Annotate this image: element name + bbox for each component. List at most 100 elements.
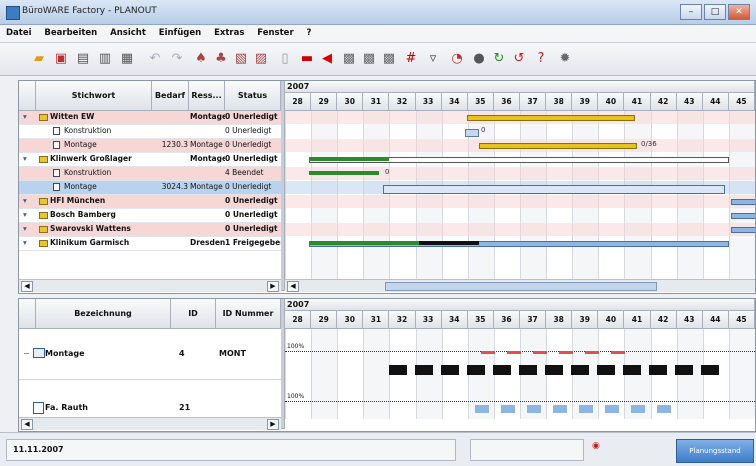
chart-edit-icon[interactable]: ▩ [360,50,378,68]
document-icon[interactable]: ▥ [96,50,114,68]
task-row[interactable]: ▾ Klinwerk Großlager Montage 0 Unerledigt [19,153,281,167]
collapse-icon[interactable]: − [23,349,30,358]
lower-left-scrollbar[interactable]: ◀ ▶ [19,417,281,430]
load-block[interactable] [519,365,537,375]
refresh-red-icon[interactable]: ↺ [510,50,528,68]
expand-toggle-icon[interactable]: ▾ [23,237,33,249]
load-block[interactable] [571,365,589,375]
load-block[interactable] [675,365,693,375]
upper-left-scrollbar[interactable]: ◀ ▶ [19,279,281,292]
overload-mark[interactable] [481,351,495,354]
task-row[interactable]: ▾ Klinikum Garmisch Dresden 1 Freigegeben [19,237,281,251]
scroll-left-icon[interactable]: ◀ [21,419,33,430]
scroll-right-icon[interactable]: ▶ [267,419,279,430]
load-block[interactable] [649,365,667,375]
col-header-bedarf[interactable]: Bedarf [152,81,189,111]
menu-help[interactable]: ? [301,25,316,38]
task-row[interactable]: ▾ Swarovski Wattens 0 Unerledigt [19,223,281,237]
chart-icon[interactable]: ▩ [340,50,358,68]
task-row[interactable]: Montage 1230.3 Montage 0 Unerledigt [19,139,281,153]
menu-datei[interactable]: Datei [0,25,36,38]
load-block[interactable] [579,405,593,413]
red-arrow-icon[interactable]: ◀ [318,50,336,68]
load-block[interactable] [657,405,671,413]
upper-gantt-scrollbar[interactable]: ◀ [285,279,755,292]
funnel-icon[interactable]: ▿ [424,50,442,68]
redo-icon[interactable]: ↷ [168,50,186,68]
print-preview-icon[interactable]: ▤ [74,50,92,68]
task-row[interactable]: ▾ HFI München 0 Unerledigt [19,195,281,209]
filter-table-icon[interactable]: ▨ [252,50,270,68]
scroll-right-icon[interactable]: ▶ [267,281,279,292]
menu-ansicht[interactable]: Ansicht [104,25,150,38]
expand-toggle-icon[interactable]: ▾ [23,195,33,207]
load-block[interactable] [527,405,541,413]
expand-toggle-icon[interactable]: ▾ [23,153,33,165]
menu-fenster[interactable]: Fenster [251,25,297,38]
gantt-scroll-left-icon[interactable]: ◀ [287,281,299,292]
menu-einfuegen[interactable]: Einfügen [153,25,205,38]
grid-icon[interactable]: # [402,50,420,68]
col-header-stichwort[interactable]: Stichwort [36,81,152,111]
progress-bar[interactable] [419,241,479,245]
settings-icon[interactable]: ✹ [556,50,574,68]
minus-icon[interactable]: ▬ [298,50,316,68]
expand-toggle-icon[interactable]: ▾ [23,223,33,235]
load-block[interactable] [553,405,567,413]
load-block[interactable] [631,405,645,413]
expand-toggle-icon[interactable]: ▾ [23,209,33,221]
table-icon[interactable]: ▧ [232,50,250,68]
col-header-id-nummer[interactable]: ID Nummer [216,299,281,329]
col-header-bezeichnung[interactable]: Bezeichnung [36,299,171,329]
menu-extras[interactable]: Extras [208,25,248,38]
load-block[interactable] [475,405,489,413]
col-header-ressource[interactable]: Ress... [189,81,225,111]
load-block[interactable] [415,365,433,375]
resource-row[interactable]: − Montage 4 MONT [19,329,281,380]
refresh-green-icon[interactable]: ↻ [490,50,508,68]
expand-toggle-icon[interactable]: ▾ [23,111,33,123]
load-block[interactable] [501,405,515,413]
project-bar[interactable] [467,115,635,121]
load-block[interactable] [701,365,719,375]
scroll-thumb[interactable] [385,282,657,291]
task-row[interactable]: Konstruktion 4 Beendet [19,167,281,181]
progress-bar[interactable] [309,241,419,245]
task-bar[interactable] [731,213,755,219]
binoculars-next-icon[interactable]: ♣ [212,50,230,68]
load-block[interactable] [441,365,459,375]
load-block[interactable] [605,405,619,413]
task-bar[interactable] [479,143,637,149]
task-row[interactable]: ▾ Witten EW Montage 0 Unerledigt [19,111,281,125]
task-bar[interactable] [383,185,725,194]
load-block[interactable] [493,365,511,375]
task-row[interactable]: Konstruktion 0 Unerledigt [19,125,281,139]
task-bar[interactable] [309,171,379,175]
link-icon[interactable]: ● [470,50,488,68]
binoculars-icon[interactable]: ♠ [192,50,210,68]
progress-bar[interactable] [309,157,389,161]
clock-icon[interactable]: ◔ [448,50,466,68]
task-row[interactable]: Montage 3024.3 Montage 0 Unerledigt [19,181,281,195]
load-block[interactable] [545,365,563,375]
col-header-status[interactable]: Status [225,81,281,111]
search-status-icon[interactable]: ◉ [592,441,624,457]
page-icon[interactable]: ▯ [276,50,294,68]
scroll-left-icon[interactable]: ◀ [21,281,33,292]
menu-bearbeiten[interactable]: Bearbeiten [38,25,101,38]
task-bar[interactable] [731,227,755,233]
task-bar[interactable] [731,199,755,205]
task-bar[interactable] [465,129,479,137]
load-block[interactable] [623,365,641,375]
undo-icon[interactable]: ↶ [146,50,164,68]
task-row[interactable]: ▾ Bosch Bamberg 0 Unerledigt [19,209,281,223]
save-icon[interactable]: ▣ [52,50,70,68]
col-header-id[interactable]: ID [171,299,216,329]
overload-mark[interactable] [533,351,547,354]
resource-row[interactable]: Fa. Rauth 21 [19,379,281,419]
planning-status-button[interactable]: Planungsstand [676,439,754,463]
overload-mark[interactable] [507,351,521,354]
load-block[interactable] [389,365,407,375]
close-button[interactable]: ✕ [728,4,750,20]
overload-mark[interactable] [559,351,573,354]
